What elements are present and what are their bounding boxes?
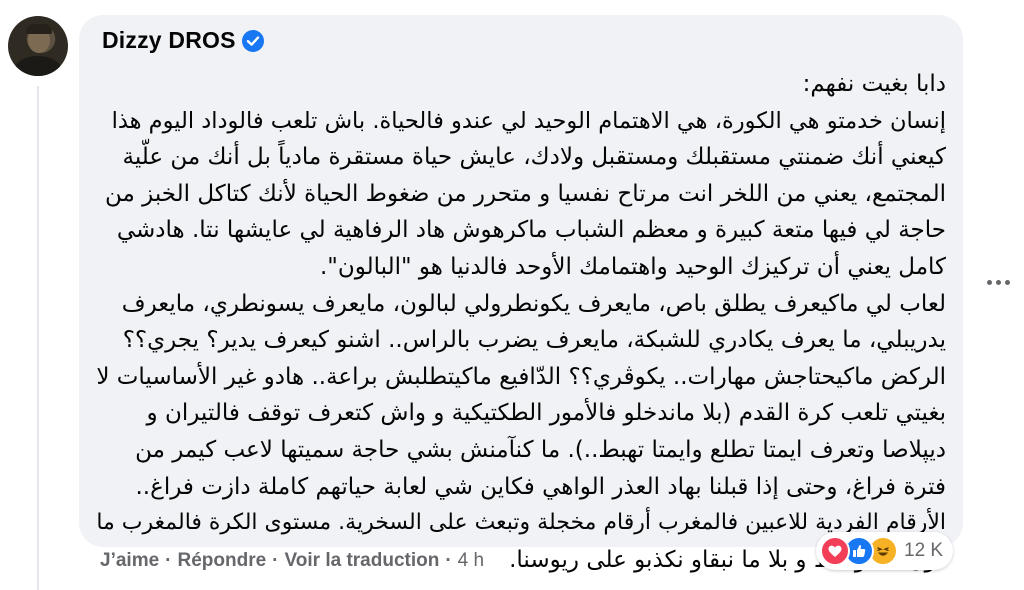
- more-options-button[interactable]: [982, 268, 1014, 296]
- comment-text: دابا بغيت نفهم: إنسان خدمتو هي الكورة، ه…: [96, 66, 946, 578]
- reactions-summary[interactable]: 12 K: [816, 532, 954, 570]
- avatar[interactable]: [8, 16, 68, 76]
- comment-line: الأرقام الفردية للاعبين فالمغرب أرقام مخ…: [96, 510, 946, 536]
- comment-line: لعاب لي ماكيعرف يطلق باص، مايعرف يكونطرو…: [121, 290, 946, 317]
- comment-line: فترة فراغ، وحتى إذا قبلنا بهاد العذر الو…: [135, 473, 946, 500]
- avatar-cap: [26, 24, 52, 34]
- reaction-count: 12 K: [904, 540, 944, 561]
- ellipsis-dot: [1004, 279, 1010, 285]
- comment-actions: J’aime · Répondre · Voir la traduction ·…: [100, 550, 484, 572]
- comment-line: المجتمع، يعني من اللخر انت مرتاح نفسيا و…: [105, 180, 946, 207]
- comment-line: دابا بغيت نفهم:: [802, 71, 946, 97]
- comment-line: كيعني أنك ضمنتي مستقبلك ومستقبل ولادك، ع…: [122, 144, 946, 171]
- separator: ·: [272, 550, 279, 571]
- comment-line: بغيتي تلعب كرة القدم (بلا ماندخلو فالأمو…: [146, 400, 946, 427]
- comment-line: يدريبلي، ما يعرف يكادري للشبكة، مايعرف ي…: [122, 327, 946, 354]
- ellipsis-icon: [986, 279, 992, 285]
- separator: ·: [165, 550, 172, 571]
- comment-line: إنسان خدمتو هي الكورة، هي الاهتمام الوحي…: [111, 107, 946, 134]
- timestamp[interactable]: 4 h: [458, 550, 484, 572]
- ellipsis-dot: [995, 279, 1001, 285]
- comment-author: Dizzy DROS: [102, 27, 264, 54]
- comment-line: ديپلاصا وتعرف ايمتا تطلع وايمتا تهبط..).…: [135, 436, 946, 463]
- comment-line: حاجة لي فيها متعة كبيرة و معظم الشباب ما…: [116, 217, 946, 244]
- author-name[interactable]: Dizzy DROS: [102, 27, 236, 54]
- reply-button[interactable]: Répondre: [177, 550, 266, 572]
- avatar-shoulders: [14, 56, 62, 76]
- comment-line: كامل يعني أن تركيزك الوحيد واهتمامك الأو…: [319, 253, 946, 280]
- love-icon: [820, 536, 850, 566]
- comment-line: الركض ماكيحتاجش مهارات.. يكوڤري؟؟ الدّاف…: [96, 363, 946, 390]
- thread-line: [37, 86, 39, 590]
- see-translation-button[interactable]: Voir la traduction: [285, 550, 440, 572]
- verified-badge-icon: [241, 29, 264, 52]
- separator: ·: [445, 550, 452, 571]
- like-button[interactable]: J’aime: [100, 550, 159, 572]
